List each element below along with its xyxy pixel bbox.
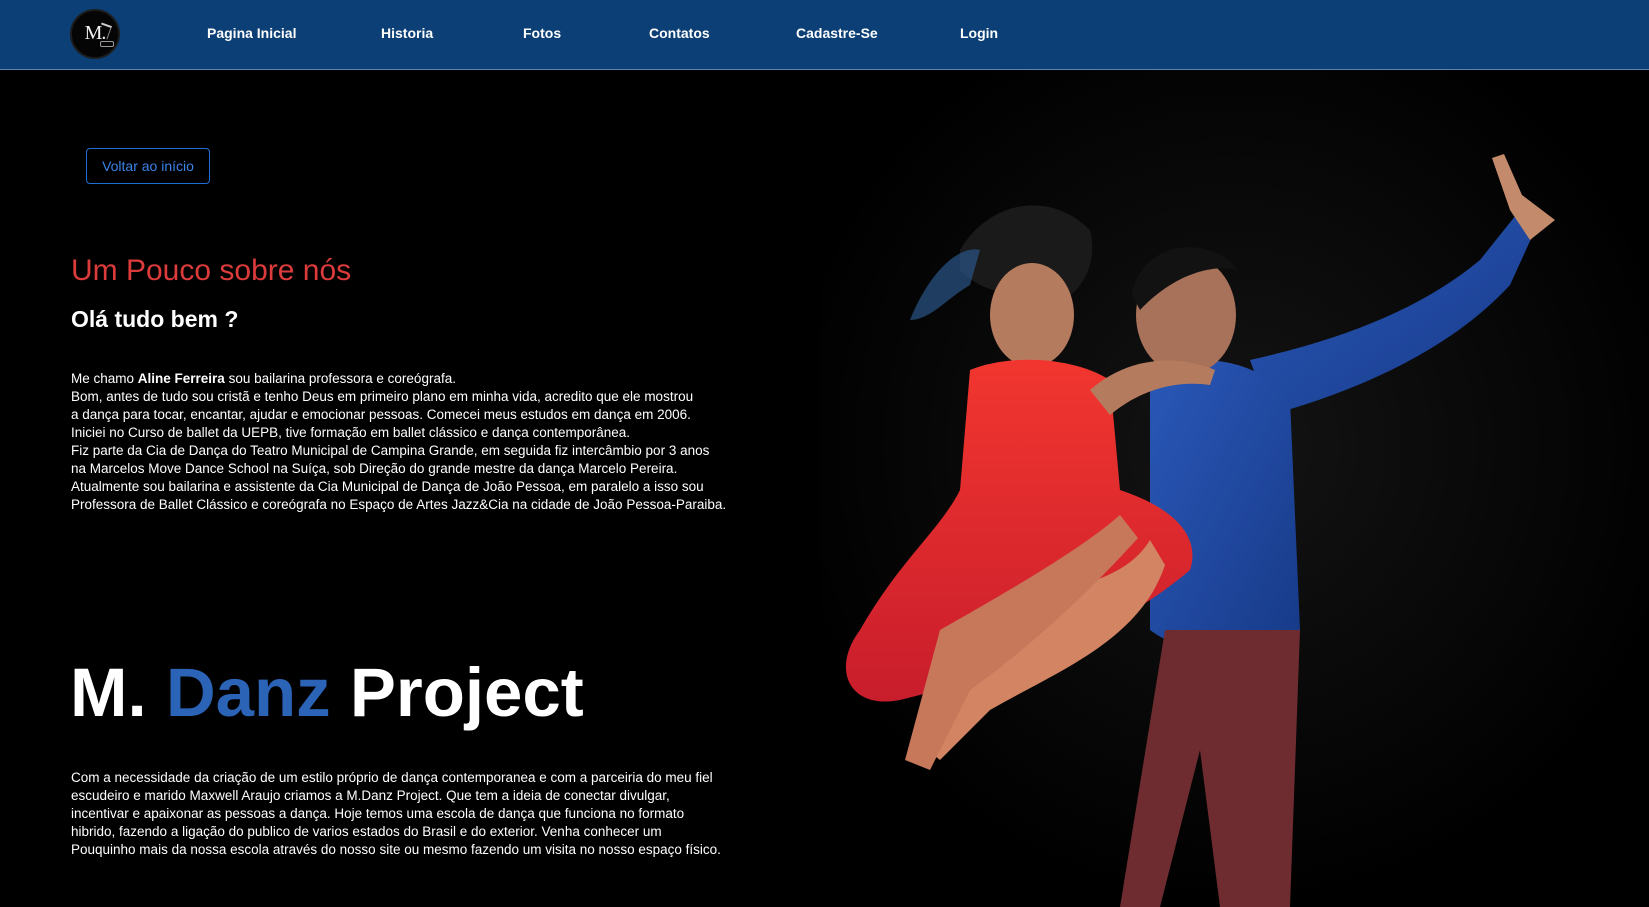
nav-link-historia[interactable]: Historia [381,25,433,41]
nav-link-login[interactable]: Login [960,25,998,41]
about-paragraph: Me chamo Aline Ferreira sou bailarina pr… [71,370,811,514]
dancers-illustration [820,70,1649,907]
brand-part-danz: Danz [165,654,331,731]
about-intro-post: sou bailarina professora e coreógrafa. [224,371,456,386]
nav-link-fotos[interactable]: Fotos [523,25,561,41]
logo-plaque [100,41,114,47]
nav-link-contatos[interactable]: Contatos [649,25,710,41]
about-line: Atualmente sou bailarina e assistente da… [71,479,704,494]
about-line: Professora de Ballet Clássico e coreógra… [71,497,727,512]
back-to-start-button[interactable]: Voltar ao início [86,148,210,184]
logo-icon[interactable]: M. [70,9,120,59]
nav-link-cadastre-se[interactable]: Cadastre-Se [796,25,878,41]
about-intro-line: Me chamo Aline Ferreira sou bailarina pr… [71,370,811,388]
about-line: Iniciei no Curso de ballet da UEPB, tive… [71,425,631,440]
project-line: Com a necessidade da criação de um estil… [71,770,713,785]
project-paragraph: Com a necessidade da criação de um estil… [71,769,811,859]
brand-title: M. Danz Project [70,658,584,727]
project-line: hibrido, fazendo a ligação do publico de… [71,824,662,839]
project-line: Pouquinho mais da nossa escola através d… [71,842,721,857]
project-line: escudeiro e marido Maxwell Araujo criamo… [71,788,670,803]
about-line: Bom, antes de tudo sou cristã e tenho De… [71,389,694,404]
about-line: Fiz parte da Cia de Dança do Teatro Muni… [71,443,710,458]
brand-part-project: Project [330,654,584,731]
about-intro-pre: Me chamo [71,371,138,386]
greeting-subtitle: Olá tudo bem ? [71,306,239,332]
nav-link-pagina-inicial[interactable]: Pagina Inicial [207,25,296,41]
dancers-photo [820,70,1649,907]
navbar: M. Pagina Inicial Historia Fotos Contato… [0,0,1649,70]
brand-part-m: M. [70,654,166,731]
about-name: Aline Ferreira [137,371,225,386]
project-line: incentivar e apaixonar as pessoas a danç… [71,806,685,821]
section-title: Um Pouco sobre nós [71,254,352,287]
about-line: a dança para tocar, encantar, ajudar e e… [71,407,691,422]
about-line: na Marcelos Move Dance School na Suíça, … [71,461,678,476]
